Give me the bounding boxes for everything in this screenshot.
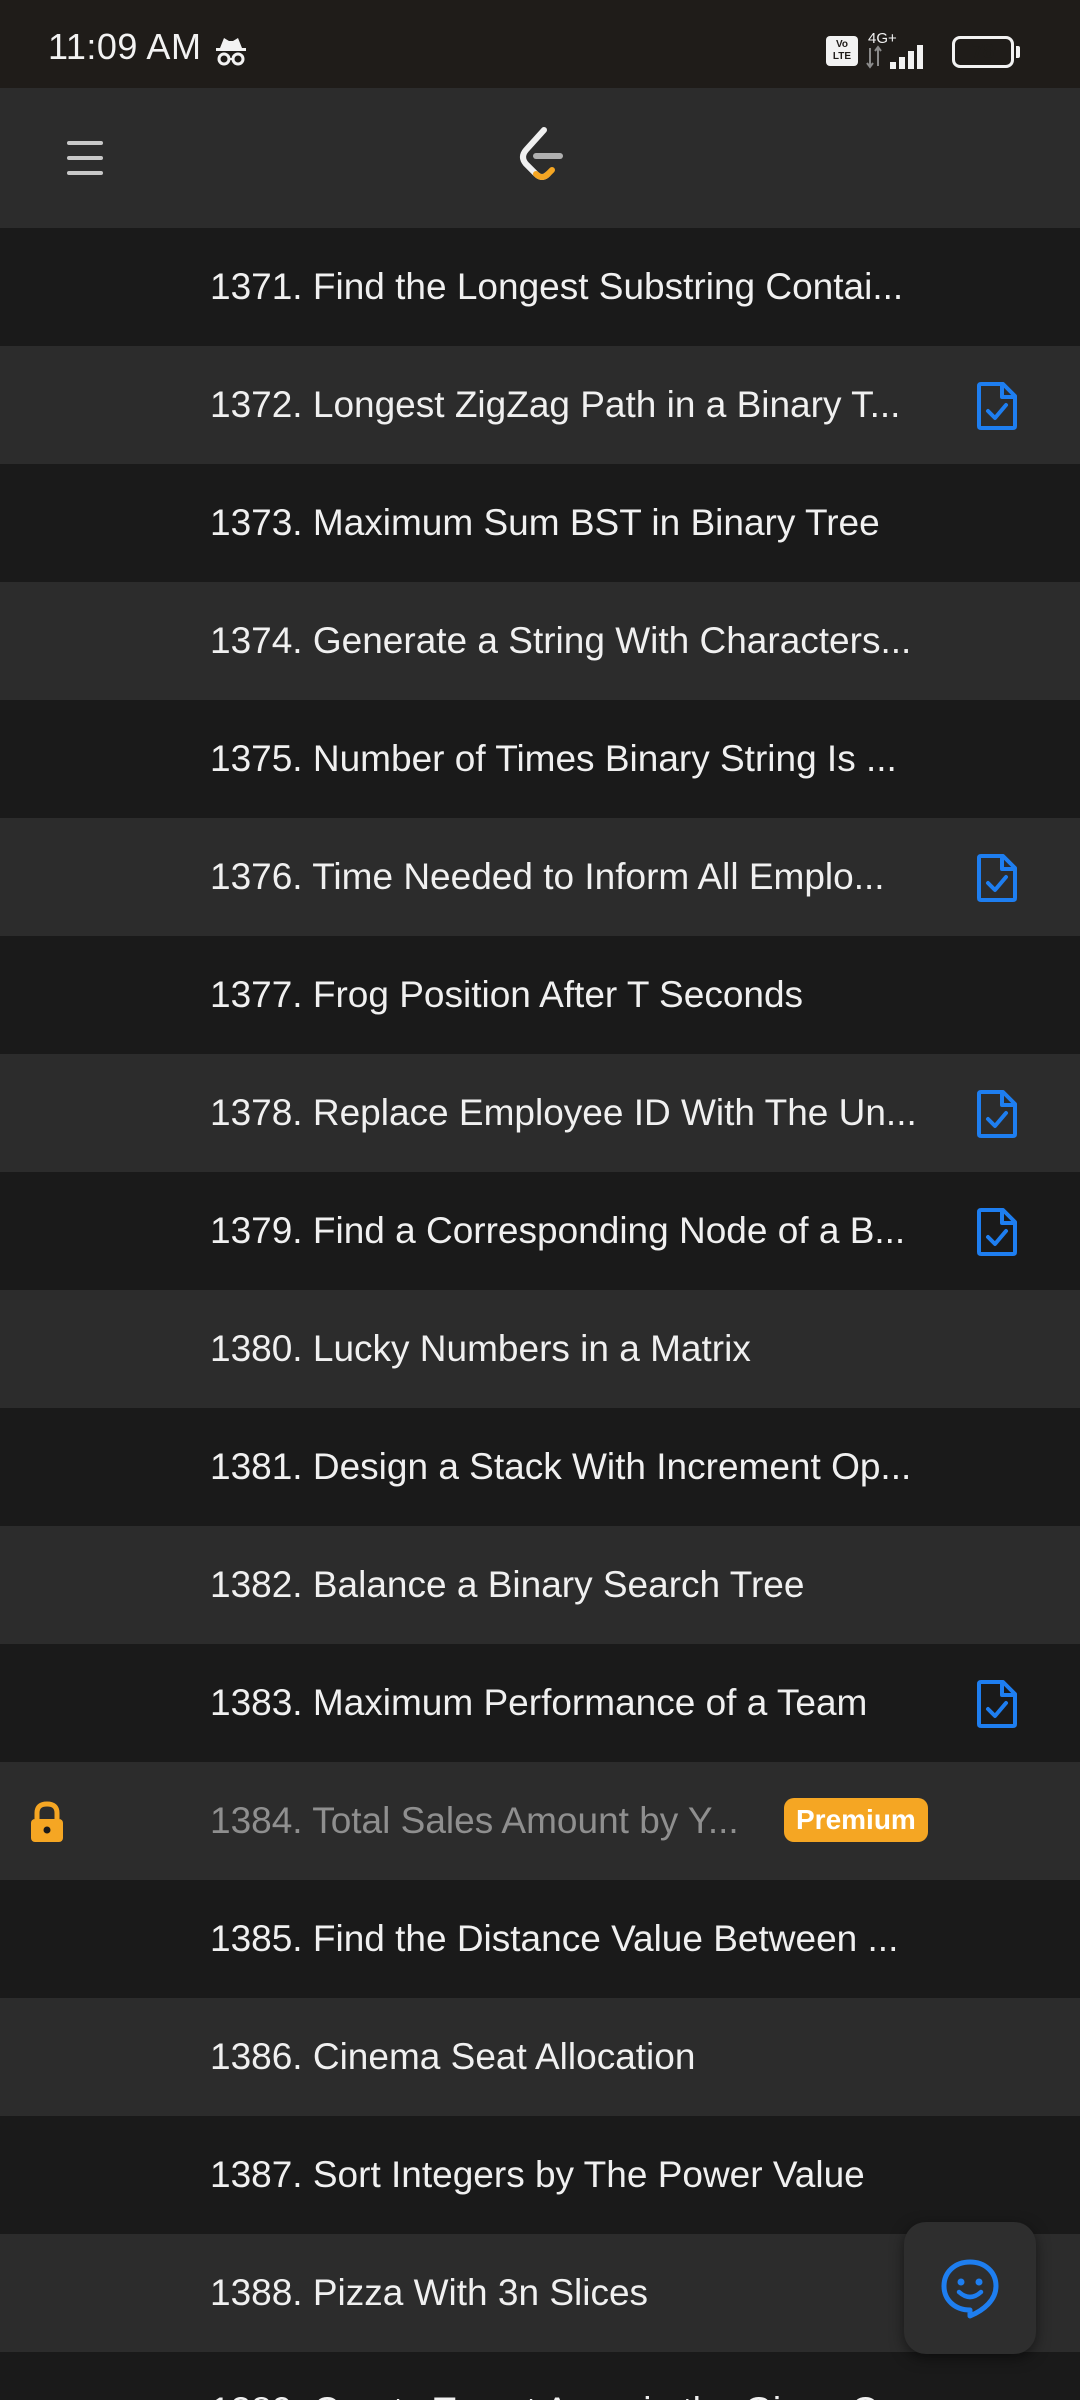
problem-title: 1387. Sort Integers by The Power Value bbox=[210, 2154, 865, 2195]
problem-row[interactable]: 1378. Replace Employee ID With The Un... bbox=[0, 1054, 1080, 1172]
problem-title: 1372. Longest ZigZag Path in a Binary T.… bbox=[210, 384, 901, 425]
solution-document-icon[interactable] bbox=[975, 853, 1019, 908]
solution-document-icon[interactable] bbox=[975, 381, 1019, 436]
problem-title: 1378. Replace Employee ID With The Un... bbox=[210, 1092, 917, 1133]
problem-title: 1374. Generate a String With Characters.… bbox=[210, 620, 912, 661]
problem-row[interactable]: 1372. Longest ZigZag Path in a Binary T.… bbox=[0, 346, 1080, 464]
problem-row[interactable]: 1382. Balance a Binary Search Tree bbox=[0, 1526, 1080, 1644]
problem-row[interactable]: 1381. Design a Stack With Increment Op..… bbox=[0, 1408, 1080, 1526]
problem-title: 1381. Design a Stack With Increment Op..… bbox=[210, 1446, 912, 1487]
feedback-chat-icon bbox=[941, 2259, 999, 2319]
problem-row[interactable]: 1374. Generate a String With Characters.… bbox=[0, 582, 1080, 700]
problem-row[interactable]: 1386. Cinema Seat Allocation bbox=[0, 1998, 1080, 2116]
problem-row[interactable]: 1383. Maximum Performance of a Team bbox=[0, 1644, 1080, 1762]
status-bar: 11:09 AM Vo LTE 4G+ 78 bbox=[0, 0, 1080, 88]
problem-row[interactable]: 1389. Create Target Array in the Given O… bbox=[0, 2352, 1080, 2400]
signal-strength-icon bbox=[866, 45, 923, 69]
problem-row[interactable]: 1384. Total Sales Amount by Y... Premium bbox=[0, 1762, 1080, 1880]
problem-row[interactable]: 1385. Find the Distance Value Between ..… bbox=[0, 1880, 1080, 1998]
solution-document-icon[interactable] bbox=[975, 1679, 1019, 1734]
incognito-icon bbox=[216, 38, 246, 66]
problem-row[interactable]: 1380. Lucky Numbers in a Matrix bbox=[0, 1290, 1080, 1408]
solution-document-icon[interactable] bbox=[975, 1089, 1019, 1144]
problem-title: 1371. Find the Longest Substring Contai.… bbox=[210, 266, 904, 307]
hamburger-menu-icon[interactable] bbox=[50, 126, 120, 190]
problem-row[interactable]: 1371. Find the Longest Substring Contai.… bbox=[0, 228, 1080, 346]
feedback-button[interactable] bbox=[904, 2222, 1036, 2354]
premium-badge: Premium bbox=[784, 1798, 928, 1842]
status-time: 11:09 AM bbox=[48, 26, 202, 67]
problem-row[interactable]: 1376. Time Needed to Inform All Emplo... bbox=[0, 818, 1080, 936]
problem-title: 1376. Time Needed to Inform All Emplo... bbox=[210, 856, 885, 897]
problem-title: 1388. Pizza With 3n Slices bbox=[210, 2272, 649, 2313]
battery-tip bbox=[1016, 46, 1020, 58]
problem-row[interactable]: 1375. Number of Times Binary String Is .… bbox=[0, 700, 1080, 818]
problem-title: 1377. Frog Position After T Seconds bbox=[210, 974, 804, 1015]
problem-title: 1375. Number of Times Binary String Is .… bbox=[210, 738, 897, 779]
solution-document-icon[interactable] bbox=[975, 1207, 1019, 1262]
leetcode-logo-icon[interactable] bbox=[512, 124, 568, 188]
problem-row[interactable]: 1377. Frog Position After T Seconds bbox=[0, 936, 1080, 1054]
problem-title: 1384. Total Sales Amount by Y... bbox=[210, 1800, 739, 1841]
volte-icon: Vo LTE bbox=[826, 36, 858, 66]
problem-title: 1385. Find the Distance Value Between ..… bbox=[210, 1918, 899, 1959]
problem-list[interactable]: 1371. Find the Longest Substring Contai.… bbox=[0, 228, 1080, 2400]
battery-level: 78 bbox=[971, 40, 995, 63]
problem-title: 1386. Cinema Seat Allocation bbox=[210, 2036, 696, 2077]
battery-icon: 78 bbox=[952, 36, 1014, 68]
problem-title: 1373. Maximum Sum BST in Binary Tree bbox=[210, 502, 880, 543]
problem-row[interactable]: 1379. Find a Corresponding Node of a B..… bbox=[0, 1172, 1080, 1290]
problem-title: 1389. Create Target Array in the Given O… bbox=[210, 2352, 911, 2400]
problem-title: 1379. Find a Corresponding Node of a B..… bbox=[210, 1210, 906, 1251]
problem-title: 1382. Balance a Binary Search Tree bbox=[210, 1564, 805, 1605]
problem-row[interactable]: 1373. Maximum Sum BST in Binary Tree bbox=[0, 464, 1080, 582]
lock-icon bbox=[26, 1800, 68, 1849]
problem-title: 1383. Maximum Performance of a Team bbox=[210, 1682, 868, 1723]
app-bar bbox=[0, 88, 1080, 228]
problem-row[interactable]: 1387. Sort Integers by The Power Value bbox=[0, 2116, 1080, 2234]
problem-title: 1380. Lucky Numbers in a Matrix bbox=[210, 1328, 751, 1369]
